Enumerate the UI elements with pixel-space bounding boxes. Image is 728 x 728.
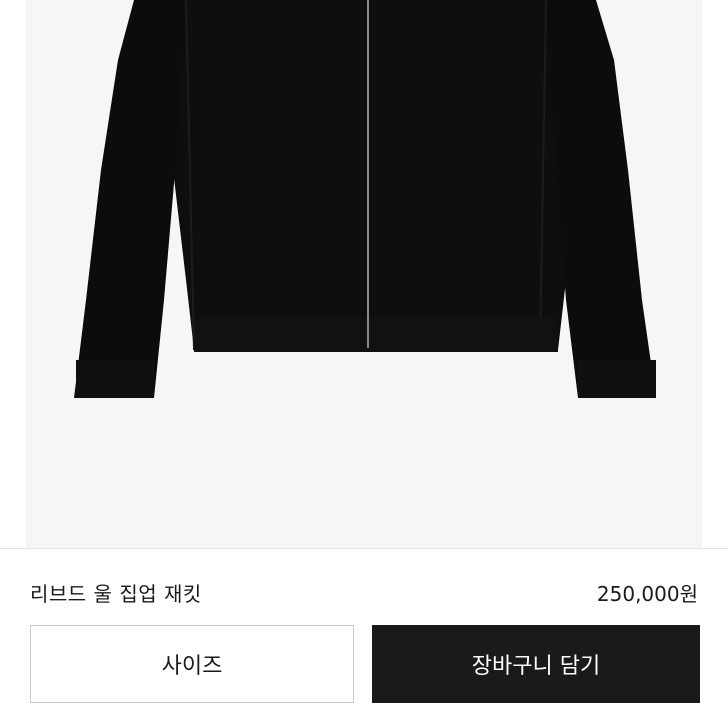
- product-price: 250,000원: [596, 582, 698, 606]
- jacket-illustration: [74, 0, 656, 398]
- add-to-cart-button[interactable]: 장바구니 담기: [372, 625, 700, 703]
- divider: [0, 548, 728, 549]
- jacket-left-sleeve: [74, 0, 186, 398]
- product-image: [26, 0, 702, 548]
- size-button[interactable]: 사이즈: [30, 625, 354, 703]
- jacket-body: [134, 0, 596, 350]
- product-name: 리브드 울 집업 재킷: [30, 582, 202, 606]
- jacket-right-sleeve: [546, 0, 656, 398]
